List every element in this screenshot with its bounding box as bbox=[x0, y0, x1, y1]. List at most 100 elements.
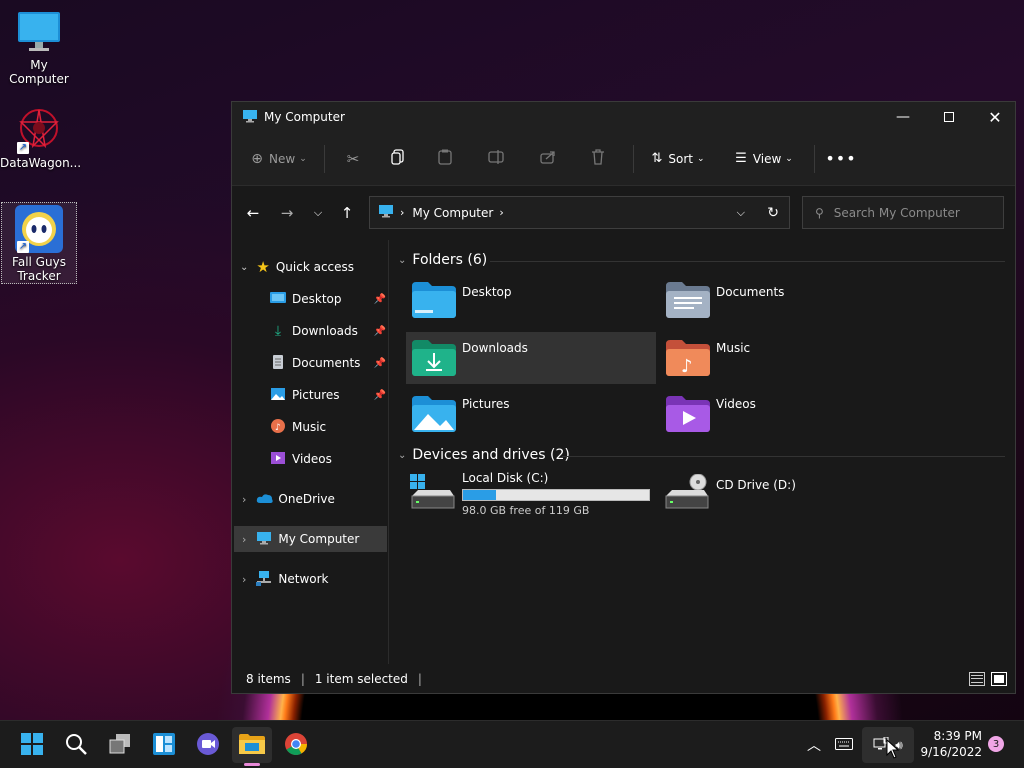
recent-locations-button[interactable]: ⌵ bbox=[303, 198, 333, 228]
forward-button[interactable]: → bbox=[272, 198, 302, 228]
windows-logo-icon bbox=[20, 732, 44, 759]
svg-text:♪: ♪ bbox=[275, 423, 281, 433]
selected-count: 1 item selected bbox=[314, 672, 408, 686]
folder-downloads-icon bbox=[412, 340, 456, 379]
tiles-view-icon[interactable] bbox=[991, 672, 1007, 686]
minimize-button[interactable]: — bbox=[880, 102, 926, 132]
pin-icon[interactable]: 📌 bbox=[374, 294, 386, 305]
folder-tile[interactable]: Pictures bbox=[406, 388, 656, 440]
folder-label: Videos bbox=[716, 397, 756, 411]
desktop-icon-datawagon[interactable]: ↗ DataWagon... bbox=[0, 106, 81, 170]
sidebar-item-onedrive[interactable]: › OneDrive bbox=[242, 486, 335, 512]
maximize-button[interactable] bbox=[926, 102, 972, 132]
folder-tile[interactable]: Desktop bbox=[406, 276, 656, 328]
disk-usage-bar bbox=[462, 489, 650, 501]
svg-text:♪: ♪ bbox=[681, 356, 693, 376]
datawagon-app-icon: ↗ bbox=[15, 106, 63, 154]
back-button[interactable]: ← bbox=[238, 198, 268, 228]
desktop-icon-my-computer[interactable]: My Computer bbox=[0, 8, 78, 86]
sidebar-item-quick-access[interactable]: ⌄ ★ Quick access bbox=[240, 254, 354, 280]
search-button[interactable] bbox=[56, 727, 96, 763]
chrome-button[interactable] bbox=[276, 727, 316, 763]
view-button[interactable]: ☰ View ⌄ bbox=[726, 143, 802, 175]
document-icon bbox=[270, 354, 286, 373]
details-view-icon[interactable] bbox=[969, 672, 985, 686]
shortcut-arrow-icon: ↗ bbox=[17, 142, 29, 154]
chevron-down-icon: ⌵ bbox=[313, 206, 323, 219]
pin-icon[interactable]: 📌 bbox=[374, 326, 386, 337]
close-button[interactable]: ✕ bbox=[972, 102, 1018, 132]
toolbar-divider bbox=[633, 144, 634, 173]
plus-circle-icon: ⊕ bbox=[251, 150, 263, 167]
monitor-icon bbox=[242, 108, 258, 127]
trash-icon bbox=[591, 149, 605, 168]
address-dropdown-icon[interactable]: ⌵ bbox=[737, 206, 745, 220]
sidebar-item-videos[interactable]: Videos bbox=[270, 446, 332, 472]
network-icon bbox=[256, 570, 272, 589]
folder-label: Downloads bbox=[462, 341, 528, 355]
copy-button[interactable] bbox=[377, 143, 419, 175]
drives-section-header[interactable]: ⌄ Devices and drives (2) bbox=[398, 447, 570, 463]
folders-section-header[interactable]: ⌄ Folders (6) bbox=[398, 252, 487, 268]
folder-tile[interactable]: Documents bbox=[660, 276, 910, 328]
content-pane: ⌄ Folders (6) Desktop Documents Download… bbox=[390, 240, 1015, 664]
breadcrumb-separator-icon: › bbox=[400, 206, 405, 219]
monitor-icon bbox=[256, 530, 272, 549]
clipboard-icon bbox=[438, 149, 452, 168]
chevron-right-icon: › bbox=[242, 492, 247, 506]
share-button[interactable] bbox=[525, 143, 571, 175]
sidebar-item-desktop[interactable]: Desktop 📌 bbox=[270, 286, 386, 312]
sidebar-item-pictures[interactable]: Pictures 📌 bbox=[270, 382, 386, 408]
sidebar-item-my-computer[interactable]: › My Computer bbox=[242, 526, 359, 552]
cut-button[interactable]: ✂ bbox=[333, 143, 373, 175]
start-button[interactable] bbox=[12, 727, 52, 763]
paste-button[interactable] bbox=[423, 143, 467, 175]
drive-tile-cd[interactable]: CD Drive (D:) bbox=[660, 470, 910, 522]
desktop-icon-fall-guys-tracker[interactable]: ↗ Fall Guys Tracker bbox=[1, 202, 77, 284]
sidebar-item-label: OneDrive bbox=[278, 492, 335, 506]
folder-tile-selected[interactable]: Downloads bbox=[406, 332, 656, 384]
folder-tile[interactable]: ♪ Music bbox=[660, 332, 910, 384]
folder-tile[interactable]: Videos bbox=[660, 388, 910, 440]
task-view-button[interactable] bbox=[100, 727, 140, 763]
chrome-icon bbox=[284, 732, 308, 759]
teams-chat-button[interactable] bbox=[188, 727, 228, 763]
more-options-button[interactable]: ••• bbox=[823, 143, 859, 175]
arrow-up-icon: ↑ bbox=[340, 204, 354, 222]
chevron-down-icon: ⌄ bbox=[240, 261, 249, 273]
sidebar-item-music[interactable]: ♪ Music bbox=[270, 414, 326, 440]
delete-button[interactable] bbox=[575, 143, 621, 175]
up-button[interactable]: ↑ bbox=[332, 198, 362, 228]
pin-icon[interactable]: 📌 bbox=[374, 390, 386, 401]
file-explorer-taskbar-button[interactable] bbox=[232, 727, 272, 766]
section-title: Devices and drives (2) bbox=[412, 447, 570, 463]
chevron-right-icon: › bbox=[242, 572, 247, 586]
folder-label: Pictures bbox=[462, 397, 510, 411]
breadcrumb-my-computer[interactable]: My Computer bbox=[412, 206, 493, 220]
new-button[interactable]: ⊕ New ⌄ bbox=[246, 143, 312, 175]
desktop-folder-icon bbox=[270, 291, 286, 308]
refresh-icon[interactable]: ↻ bbox=[767, 205, 779, 221]
pin-icon[interactable]: 📌 bbox=[374, 358, 386, 369]
sidebar-item-label: Documents bbox=[292, 356, 361, 370]
rename-button[interactable] bbox=[471, 143, 521, 175]
status-bar: 8 items | 1 item selected | bbox=[232, 665, 1015, 693]
arrow-right-icon: → bbox=[280, 204, 294, 222]
music-icon: ♪ bbox=[270, 418, 286, 437]
widgets-button[interactable] bbox=[144, 727, 184, 763]
sidebar-item-label: My Computer bbox=[278, 532, 360, 546]
sidebar-item-network[interactable]: › Network bbox=[242, 566, 329, 592]
clock[interactable]: 8:39 PM 9/16/2022 bbox=[920, 728, 982, 760]
drive-tile-local-disk[interactable]: Local Disk (C:) 98.0 GB free of 119 GB bbox=[406, 470, 656, 524]
address-bar[interactable]: › My Computer › ⌵ ↻ bbox=[369, 196, 790, 229]
sidebar-item-documents[interactable]: Documents 📌 bbox=[270, 350, 386, 376]
desktop-icon-label: My Computer bbox=[9, 58, 69, 86]
keyboard-button[interactable] bbox=[826, 727, 862, 763]
chevron-down-icon: ⌄ bbox=[785, 153, 793, 164]
sidebar-item-label: Videos bbox=[292, 452, 332, 466]
search-box[interactable]: ⚲ Search My Computer bbox=[802, 196, 1004, 229]
sidebar-item-downloads[interactable]: ⤓ Downloads 📌 bbox=[270, 318, 386, 344]
sort-button[interactable]: ⇅ Sort ⌄ bbox=[642, 143, 714, 175]
notification-badge[interactable]: 3 bbox=[988, 736, 1004, 752]
folder-label: Desktop bbox=[462, 285, 512, 299]
